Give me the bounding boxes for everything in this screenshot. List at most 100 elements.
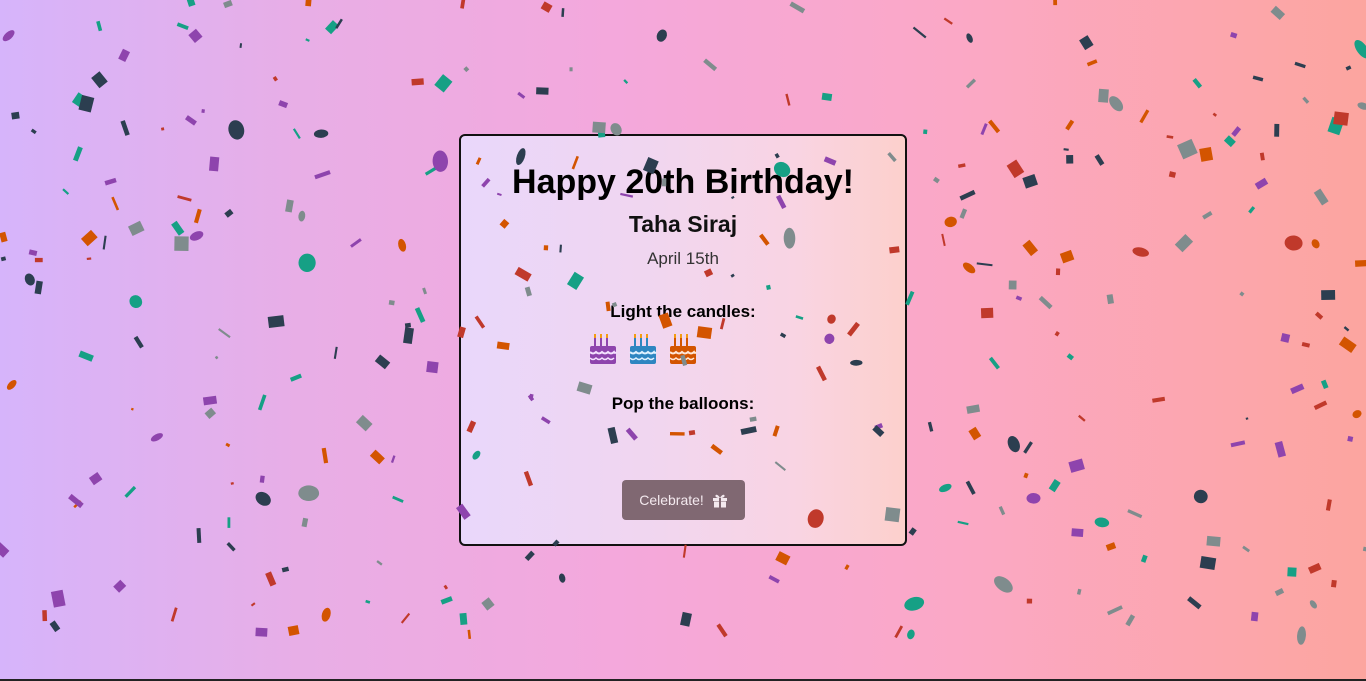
birthday-card: Happy 20th Birthday! Taha Siraj April 15… [459, 134, 907, 546]
confetti-piece [1022, 239, 1039, 257]
confetti-piece [443, 584, 449, 590]
confetti-piece [1223, 135, 1236, 148]
confetti-piece [226, 542, 236, 552]
confetti-piece [11, 111, 20, 120]
confetti-piece [305, 38, 310, 42]
confetti-piece [1347, 435, 1354, 442]
confetti-piece [170, 607, 178, 622]
confetti-piece [1068, 458, 1085, 473]
confetti-piece [1086, 59, 1098, 67]
confetti-piece [1354, 40, 1366, 59]
confetti-piece [976, 262, 993, 267]
confetti-piece [1231, 126, 1242, 137]
confetti-piece [1109, 96, 1124, 112]
confetti-piece [388, 300, 395, 306]
confetti-piece [218, 328, 231, 339]
confetti-piece [682, 544, 687, 558]
confetti-piece [1354, 259, 1366, 267]
confetti-piece [1307, 562, 1322, 574]
confetti-piece [1287, 567, 1297, 577]
confetti-piece [426, 361, 439, 374]
confetti-piece [1054, 331, 1060, 337]
confetti-piece [398, 238, 407, 252]
birthday-date: April 15th [647, 249, 719, 268]
confetti-piece [176, 22, 189, 31]
confetti-piece [28, 249, 38, 257]
confetti-piece [481, 597, 495, 611]
confetti-piece [111, 196, 120, 211]
confetti-piece [333, 346, 338, 359]
confetti-piece [1008, 280, 1017, 290]
confetti-piece [1338, 336, 1357, 354]
confetti-piece [716, 623, 728, 638]
confetti-piece [350, 238, 362, 248]
cake-icon-orange[interactable] [668, 332, 698, 366]
confetti-piece [432, 150, 449, 172]
confetti-piece [1311, 239, 1320, 249]
confetti-piece [821, 92, 833, 101]
confetti-piece [1026, 492, 1041, 504]
confetti-piece [1078, 414, 1086, 422]
confetti-piece [1239, 291, 1245, 297]
confetti-piece [1274, 587, 1285, 597]
confetti-piece [255, 627, 268, 637]
confetti-piece [1140, 554, 1148, 563]
confetti-piece [1106, 605, 1123, 616]
confetti-piece [592, 121, 606, 134]
confetti-piece [174, 236, 189, 252]
confetti-piece [403, 327, 414, 345]
confetti-piece [1106, 294, 1114, 305]
confetti-piece [463, 66, 470, 73]
confetti-piece [1345, 65, 1352, 71]
confetti-piece [1071, 528, 1084, 537]
confetti-piece [298, 253, 316, 272]
celebrate-button[interactable]: Celebrate! [622, 480, 745, 520]
confetti-piece [0, 541, 10, 558]
confetti-piece [184, 115, 197, 126]
cake-icon [629, 334, 657, 364]
confetti-piece [150, 433, 163, 442]
confetti-piece [1202, 210, 1213, 220]
confetti-piece [62, 188, 70, 195]
confetti-piece [88, 472, 103, 486]
confetti-piece [932, 176, 940, 184]
confetti-piece [250, 602, 256, 607]
confetti-piece [411, 78, 424, 86]
confetti-piece [6, 380, 17, 390]
confetti-piece [424, 165, 440, 176]
confetti-piece [988, 356, 1000, 370]
confetti-piece [129, 295, 143, 309]
confetti-piece [703, 58, 718, 72]
confetti-piece [127, 220, 145, 237]
confetti-piece [186, 0, 196, 7]
gift-icon [712, 494, 727, 508]
confetti-piece [1250, 611, 1259, 622]
confetti-piece [78, 350, 94, 362]
confetti-piece [1242, 545, 1251, 553]
confetti-piece [943, 17, 953, 25]
confetti-piece [1192, 77, 1203, 89]
confetti-piece [1166, 135, 1174, 139]
confetti-piece [422, 287, 428, 295]
confetti-piece [130, 407, 134, 411]
confetti-piece [267, 315, 285, 329]
confetti-piece [292, 128, 301, 139]
confetti-piece [1132, 247, 1149, 257]
confetti-piece [927, 421, 934, 432]
confetti-piece [68, 493, 84, 509]
confetti-piece [957, 163, 966, 168]
cake-icon-purple[interactable] [588, 332, 618, 366]
confetti-piece [208, 156, 220, 172]
confetti-piece [133, 335, 144, 349]
confetti-piece [301, 517, 309, 528]
confetti-piece [72, 146, 83, 162]
confetti-piece [440, 596, 453, 605]
confetti-piece [298, 485, 320, 501]
confetti-piece [214, 355, 219, 360]
confetti-piece [404, 322, 412, 328]
confetti-piece [1022, 174, 1038, 189]
confetti-piece [941, 233, 946, 247]
confetti-piece [1313, 400, 1328, 411]
cake-icon-blue[interactable] [628, 332, 658, 366]
confetti-piece [160, 127, 165, 131]
